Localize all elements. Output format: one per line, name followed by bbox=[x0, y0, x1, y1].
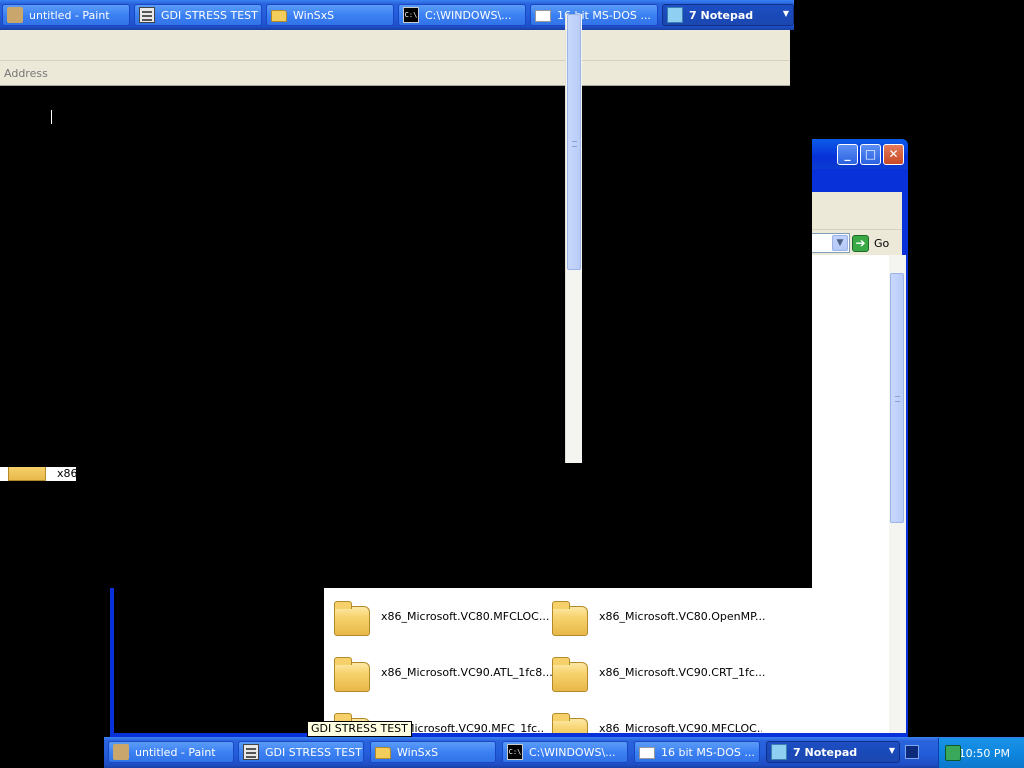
top-taskbar-paint-button[interactable]: untitled - Paint bbox=[2, 4, 130, 26]
toolbar-separator bbox=[0, 60, 790, 61]
dos-window-icon bbox=[639, 747, 655, 759]
chevron-down-icon: ▼ bbox=[888, 746, 895, 755]
taskbar-cmd-button[interactable]: C:\ C:\WINDOWS\... bbox=[502, 741, 628, 763]
button-label: 7 Notepad bbox=[689, 8, 754, 22]
notepad-icon bbox=[771, 744, 787, 760]
cmd-icon: C:\ bbox=[507, 744, 523, 760]
go-label: Go bbox=[874, 236, 890, 250]
taskbar-notepad-button[interactable]: 7 Notepad ▼ bbox=[766, 741, 900, 763]
explorer-menu-strip bbox=[812, 170, 902, 192]
paint-icon bbox=[7, 7, 23, 23]
clock[interactable]: 10:50 PM bbox=[959, 747, 1010, 760]
stray-folder-fragment[interactable]: x86 bbox=[0, 467, 78, 481]
folder-name: x86_Microsoft.VC80.MFCLOC... bbox=[381, 610, 550, 623]
tooltip: GDI STRESS TEST bbox=[307, 721, 412, 737]
folder-item[interactable]: x86_Microsoft.VC80.MFCLOC... bbox=[334, 600, 549, 640]
folder-name: x86_Microsoft.VC80.OpenMP... bbox=[599, 610, 766, 623]
scrollbar-grip bbox=[895, 396, 900, 402]
folder-name: x86_Microsoft.VC90.MFCLOC... bbox=[599, 722, 762, 733]
folder-icon bbox=[8, 467, 46, 481]
address-label: Address bbox=[4, 67, 48, 80]
button-label: untitled - Paint bbox=[29, 8, 110, 22]
button-label: GDI STRESS TEST bbox=[161, 8, 258, 22]
explorer-toolbar-fragment: Address bbox=[0, 30, 790, 86]
folder-icon bbox=[334, 601, 370, 636]
folder-name: Microsoft.VC90.MFC_1fc... bbox=[405, 722, 544, 733]
chevron-down-icon[interactable]: ▼ bbox=[832, 235, 848, 251]
button-label: GDI STRESS TEST bbox=[265, 745, 362, 759]
folder-name: x86_Microsoft.VC90.CRT_1fc... bbox=[599, 666, 766, 679]
taskbar-dos-button[interactable]: 16 bit MS-DOS ... bbox=[634, 741, 760, 763]
button-label: 16 bit MS-DOS ... bbox=[661, 745, 755, 759]
folder-item[interactable]: x86_Microsoft.VC80.OpenMP... bbox=[552, 600, 766, 640]
taskbar-left-gap bbox=[0, 737, 104, 768]
top-taskbar-winsxs-button[interactable]: WinSxS bbox=[266, 4, 394, 26]
button-label: C:\WINDOWS\... bbox=[529, 745, 616, 759]
chevron-down-icon: ▼ bbox=[782, 9, 789, 18]
scrollbar-thumb[interactable] bbox=[567, 14, 581, 270]
gdi-app-icon bbox=[243, 744, 259, 760]
gdi-app-icon bbox=[139, 7, 155, 23]
window-frame-edge bbox=[110, 588, 114, 737]
folder-icon bbox=[552, 601, 588, 636]
taskbar-winsxs-button[interactable]: WinSxS bbox=[370, 741, 496, 763]
folder-icon bbox=[552, 657, 588, 692]
address-bar-strip: ▼ ➔ Go bbox=[812, 230, 902, 255]
folder-name: x86_Microsoft.VC90.ATL_1fc8... bbox=[381, 666, 553, 679]
folder-item[interactable]: x86_Microsoft.VC90.CRT_1fc... bbox=[552, 656, 766, 696]
taskbar-paint-button[interactable]: untitled - Paint bbox=[108, 741, 234, 763]
go-arrow-icon: ➔ bbox=[852, 234, 869, 252]
close-button[interactable]: ✕ bbox=[883, 144, 904, 165]
cmd-icon: C:\ bbox=[403, 7, 419, 23]
button-label: 7 Notepad bbox=[793, 745, 858, 759]
dos-window-icon bbox=[535, 10, 551, 22]
button-label: WinSxS bbox=[293, 8, 335, 22]
text-caret bbox=[51, 110, 52, 124]
taskbar-gdi-button[interactable]: GDI STRESS TEST bbox=[238, 741, 364, 763]
keyboard-icon[interactable] bbox=[905, 745, 919, 759]
tooltip-text: GDI STRESS TEST bbox=[311, 722, 408, 735]
explorer-toolbar-strip bbox=[812, 192, 902, 230]
maximize-button[interactable]: □ bbox=[860, 144, 881, 165]
top-taskbar-dos-button[interactable]: 16 bit MS-DOS ... bbox=[530, 4, 658, 26]
top-taskbar-notepad-button[interactable]: 7 Notepad ▼ bbox=[662, 4, 794, 26]
folder-icon bbox=[552, 713, 588, 733]
folder-icon bbox=[271, 10, 287, 22]
button-label: C:\WINDOWS\... bbox=[425, 8, 512, 22]
folder-icon bbox=[334, 657, 370, 692]
top-taskbar-cmd-button[interactable]: C:\ C:\WINDOWS\... bbox=[398, 4, 526, 26]
folder-icon bbox=[375, 747, 391, 759]
stray-icon-label: x86 bbox=[57, 467, 78, 480]
minimize-button[interactable]: _ bbox=[837, 144, 858, 165]
address-dropdown[interactable]: ▼ bbox=[812, 233, 850, 253]
scrollbar-track[interactable] bbox=[565, 14, 582, 463]
network-icon[interactable] bbox=[945, 745, 961, 761]
explorer-scrollbar-thumb[interactable] bbox=[890, 273, 904, 523]
go-button[interactable]: ➔ Go bbox=[852, 233, 900, 253]
top-taskbar-gdi-button[interactable]: GDI STRESS TEST bbox=[134, 4, 262, 26]
scrollbar-grip bbox=[572, 141, 577, 147]
bottom-taskbar: untitled - Paint GDI STRESS TEST WinSxS … bbox=[0, 737, 1024, 768]
notepad-icon bbox=[667, 7, 683, 23]
folder-item[interactable]: x86_Microsoft.VC90.MFCLOC... bbox=[552, 712, 762, 733]
button-label: untitled - Paint bbox=[135, 745, 216, 759]
explorer-title-bar-fragment[interactable]: _ □ ✕ bbox=[812, 139, 908, 169]
top-taskbar: untitled - Paint GDI STRESS TEST WinSxS … bbox=[0, 0, 794, 30]
button-label: WinSxS bbox=[397, 745, 439, 759]
paint-icon bbox=[113, 744, 129, 760]
system-tray: 10:50 PM bbox=[938, 738, 1024, 768]
explorer-scrollbar[interactable] bbox=[889, 255, 906, 733]
folder-item[interactable]: x86_Microsoft.VC90.ATL_1fc8... bbox=[334, 656, 553, 696]
